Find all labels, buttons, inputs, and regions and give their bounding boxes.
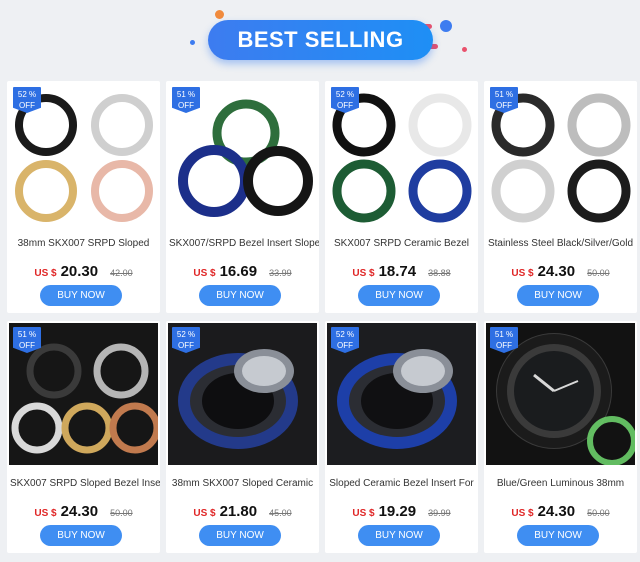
discount-badge: 51 % OFF xyxy=(490,87,518,113)
sale-price: 18.74 xyxy=(378,263,417,280)
sale-price: 24.30 xyxy=(537,503,576,520)
buy-now-button[interactable]: BUY NOW xyxy=(40,285,122,306)
buy-now-button[interactable]: BUY NOW xyxy=(517,285,599,306)
original-price: 50.00 xyxy=(110,508,133,518)
product-card[interactable]: 51 % OFF SKX007/SRPD Bezel Insert Sloped … xyxy=(166,81,319,313)
banner-title: BEST SELLING xyxy=(208,20,433,60)
product-card[interactable]: 51 % OFF Blue/Green Luminous 38mm US $ 24… xyxy=(484,321,637,553)
sale-price: 24.30 xyxy=(60,503,99,520)
discount-badge: 52 % OFF xyxy=(172,327,200,353)
sale-price: 21.80 xyxy=(219,503,258,520)
decor-dot xyxy=(462,47,467,52)
product-card[interactable]: 52 % OFF Sloped Ceramic Bezel Insert For … xyxy=(325,321,478,553)
original-price: 39.99 xyxy=(428,508,451,518)
currency-label: US $ xyxy=(511,268,534,279)
sale-price: 24.30 xyxy=(537,263,576,280)
currency-label: US $ xyxy=(352,268,375,279)
currency-label: US $ xyxy=(193,268,216,279)
original-price: 38.88 xyxy=(428,268,451,278)
price-row: US $ 24.30 50.00 xyxy=(484,263,637,280)
sale-price: 20.30 xyxy=(60,263,99,280)
best-selling-banner: BEST SELLING xyxy=(0,0,640,78)
product-card[interactable]: 52 % OFF 38mm SKX007 Sloped Ceramic US $ … xyxy=(166,321,319,553)
product-title[interactable]: 38mm SKX007 SRPD Sloped xyxy=(7,238,160,249)
product-title[interactable]: Stainless Steel Black/Silver/Gold xyxy=(484,238,637,249)
product-title[interactable]: SKX007 SRPD Sloped Bezel Insert xyxy=(7,478,160,489)
discount-badge: 52 % OFF xyxy=(13,87,41,113)
product-card[interactable]: 51 % OFF SKX007 SRPD Sloped Bezel Insert … xyxy=(7,321,160,553)
currency-label: US $ xyxy=(511,508,534,519)
buy-now-button[interactable]: BUY NOW xyxy=(358,285,440,306)
product-card[interactable]: 52 % OFF SKX007 SRPD Ceramic Bezel US $ 1… xyxy=(325,81,478,313)
discount-badge: 51 % OFF xyxy=(172,87,200,113)
discount-badge: 51 % OFF xyxy=(13,327,41,353)
product-card[interactable]: 51 % OFF Stainless Steel Black/Silver/Gol… xyxy=(484,81,637,313)
buy-now-button[interactable]: BUY NOW xyxy=(199,525,281,546)
product-title[interactable]: Blue/Green Luminous 38mm xyxy=(484,478,637,489)
product-title[interactable]: SKX007 SRPD Ceramic Bezel xyxy=(325,238,478,249)
original-price: 33.99 xyxy=(269,268,292,278)
product-title[interactable]: 38mm SKX007 Sloped Ceramic xyxy=(166,478,319,489)
currency-label: US $ xyxy=(352,508,375,519)
buy-now-button[interactable]: BUY NOW xyxy=(40,525,122,546)
sale-price: 19.29 xyxy=(378,503,417,520)
price-row: US $ 24.30 50.00 xyxy=(7,503,160,520)
currency-label: US $ xyxy=(34,508,57,519)
buy-now-button[interactable]: BUY NOW xyxy=(517,525,599,546)
currency-label: US $ xyxy=(34,268,57,279)
sale-price: 16.69 xyxy=(219,263,258,280)
price-row: US $ 18.74 38.88 xyxy=(325,263,478,280)
original-price: 42.00 xyxy=(110,268,133,278)
price-row: US $ 16.69 33.99 xyxy=(166,263,319,280)
buy-now-button[interactable]: BUY NOW xyxy=(199,285,281,306)
decor-dot xyxy=(190,40,195,45)
price-row: US $ 21.80 45.00 xyxy=(166,503,319,520)
price-row: US $ 19.29 39.99 xyxy=(325,503,478,520)
decor-dot xyxy=(440,20,452,32)
currency-label: US $ xyxy=(193,508,216,519)
product-title[interactable]: SKX007/SRPD Bezel Insert Sloped xyxy=(166,238,319,249)
price-row: US $ 24.30 50.00 xyxy=(484,503,637,520)
product-title[interactable]: Sloped Ceramic Bezel Insert For xyxy=(325,478,478,489)
original-price: 50.00 xyxy=(587,508,610,518)
original-price: 50.00 xyxy=(587,268,610,278)
product-card[interactable]: 52 % OFF 38mm SKX007 SRPD Sloped US $ 20.… xyxy=(7,81,160,313)
decor-dot xyxy=(215,10,224,19)
discount-badge: 51 % OFF xyxy=(490,327,518,353)
original-price: 45.00 xyxy=(269,508,292,518)
price-row: US $ 20.30 42.00 xyxy=(7,263,160,280)
discount-badge: 52 % OFF xyxy=(331,87,359,113)
buy-now-button[interactable]: BUY NOW xyxy=(358,525,440,546)
discount-badge: 52 % OFF xyxy=(331,327,359,353)
